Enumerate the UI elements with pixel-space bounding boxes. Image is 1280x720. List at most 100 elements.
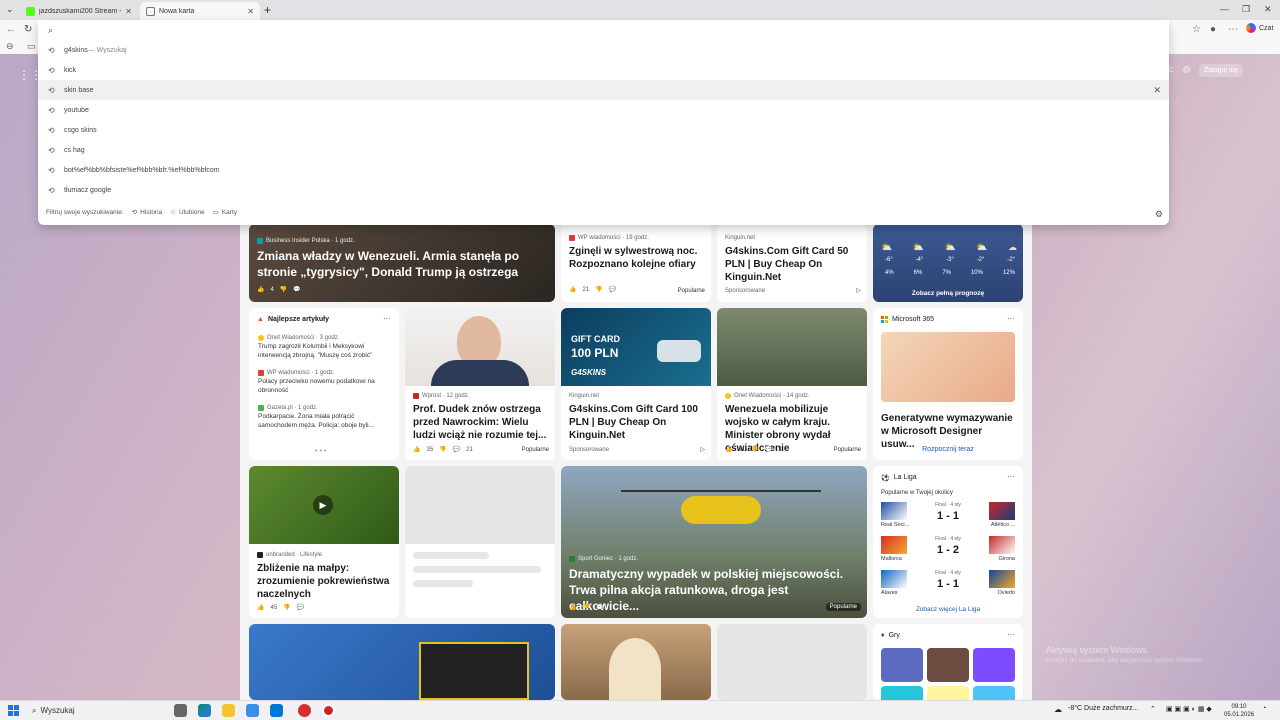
minimize-icon[interactable]: — — [1220, 4, 1229, 14]
tab-stream[interactable]: jazdszuskami200 Stream - W ✕ — [20, 2, 138, 20]
filter-favorites-button[interactable]: ☆ Ulubione — [170, 208, 205, 217]
taskbar-search[interactable]: ⌕ Wyszukaj — [26, 703, 166, 718]
news-card[interactable] — [249, 624, 555, 700]
close-tab-icon[interactable]: ✕ — [125, 7, 132, 16]
suggestion-item[interactable]: ⟲ bot%ef%bb%bfsiste%ef%bb%bfr.%ef%bb%bfc… — [38, 160, 1169, 180]
top-article-item[interactable]: Onet Wiadomości · 3 godz. Trump zagroził… — [258, 335, 394, 360]
task-view-icon[interactable] — [174, 704, 187, 717]
ad-info-icon[interactable]: ▷ — [700, 446, 705, 453]
news-card[interactable]: WP wiadomości · 19 godz. Zginęli w sylwe… — [561, 224, 711, 302]
card-headline[interactable]: Zbliżenie na małpy: zrozumienie pokrewie… — [257, 562, 395, 601]
card-headline[interactable]: G4skins.Com Gift Card 100 PLN | Buy Chea… — [569, 403, 707, 442]
microsoft365-card[interactable]: Microsoft 365 ⋯ Generatywne wymazywanie … — [873, 308, 1023, 460]
top-article-item[interactable]: Gazeta.pl · 1 godz. Podkarpacie. Żona mi… — [258, 405, 394, 430]
top-article-item[interactable]: WP wiadomości · 1 godz. Polacy przeciwko… — [258, 370, 394, 395]
play-icon[interactable]: ▶ — [313, 495, 333, 515]
sidebar-toggle-icon[interactable]: ⊖ — [6, 41, 14, 52]
comment-icon[interactable]: 💬 — [596, 604, 603, 611]
tab-actions-icon[interactable]: ⌄ — [6, 4, 14, 15]
search-settings-gear-icon[interactable]: ⚙ — [1155, 209, 1163, 220]
like-icon[interactable]: 👍 — [257, 286, 264, 293]
search-icon[interactable]: ⌕ — [48, 25, 53, 36]
game-thumbnail[interactable] — [927, 686, 969, 700]
dislike-icon[interactable]: 👎 — [280, 286, 287, 293]
hero-news-card[interactable]: Business Insider Polska · 1 godz. Zmiana… — [249, 224, 555, 302]
dislike-icon[interactable]: 👎 — [439, 446, 446, 453]
comment-icon[interactable]: 💬 — [293, 286, 300, 293]
app-icon[interactable] — [298, 704, 311, 717]
dislike-icon[interactable]: 👎 — [283, 604, 290, 611]
maximize-icon[interactable]: ❐ — [1242, 4, 1250, 15]
close-window-icon[interactable]: ✕ — [1264, 4, 1272, 15]
suggestion-item[interactable]: ⟲ tłumacz google — [38, 180, 1169, 200]
new-tab-button[interactable]: + — [264, 3, 271, 17]
like-icon[interactable]: 👍 — [257, 604, 264, 611]
comment-icon[interactable]: 💬 — [765, 446, 772, 453]
dislike-icon[interactable]: 👎 — [595, 286, 602, 293]
news-card[interactable]: Wprost · 12 godz. Prof. Dudek znów ostrz… — [405, 308, 555, 460]
game-thumbnail[interactable] — [927, 648, 969, 682]
weather-card[interactable]: ⛅ ⛅ ⛅ ⛅ ☁ -6° -4° -3° -2° -2° 4% 6% 7% 10% 1… — [873, 224, 1023, 302]
sponsored-card[interactable]: Kinguin.net G4skins.Com Gift Card 50 PLN… — [717, 224, 867, 302]
match-row[interactable]: Alaves Final · 4 sty 1 - 1 Oviedo — [881, 570, 1015, 600]
like-icon[interactable]: 👍 — [569, 604, 576, 611]
taskbar-weather[interactable]: -8°C Duże zachmurz... — [1068, 705, 1139, 712]
suggestion-item[interactable]: ⟲ csgo skins — [38, 120, 1169, 140]
game-thumbnail[interactable] — [881, 686, 923, 700]
hero-news-card[interactable]: Sport Goniec · 1 godz. Dramatyczny wypad… — [561, 466, 867, 618]
card-headline[interactable]: G4skins.Com Gift Card 50 PLN | Buy Cheap… — [725, 245, 861, 284]
news-card[interactable] — [561, 624, 711, 700]
ad-info-icon[interactable]: ▷ — [856, 287, 861, 294]
remove-suggestion-icon[interactable]: ✕ — [1153, 85, 1161, 96]
refresh-icon[interactable]: ↻ — [24, 24, 32, 35]
notification-icon[interactable]: ◔ — [1262, 705, 1266, 712]
suggestion-item[interactable]: ⟲ g4skins — Wyszukaj — [38, 40, 1169, 60]
card-headline[interactable]: Zginęli w sylwestrową noc. Rozpoznano ko… — [569, 245, 705, 271]
more-options-icon[interactable]: ⋯ — [1007, 472, 1015, 481]
copilot-button[interactable]: Czat — [1246, 23, 1273, 33]
dislike-icon[interactable]: 👎 — [751, 446, 758, 453]
settings-gear-icon[interactable]: ⚙ — [1182, 65, 1191, 76]
ms365-start-link[interactable]: Rozpocznij teraz — [873, 446, 1023, 453]
collections-icon[interactable]: ▭ — [27, 41, 36, 52]
tab-new-tab[interactable]: Nowa karta ✕ — [140, 2, 260, 20]
filter-tabs-button[interactable]: ▭ Karty — [213, 208, 237, 217]
suggestion-item[interactable]: ⟲ cs hag — [38, 140, 1169, 160]
app-icon[interactable] — [322, 704, 335, 717]
edge-icon[interactable] — [198, 704, 211, 717]
match-row[interactable]: Mallorca Final · 4 sty 1 - 2 Girona — [881, 536, 1015, 566]
like-icon[interactable]: 👍 — [725, 446, 732, 453]
sponsored-card[interactable]: GIFT CARD 100 PLN G4SKINS Kinguin.net G4… — [561, 308, 711, 460]
suggestion-item[interactable]: ⟲ skin base ✕ — [38, 80, 1169, 100]
hero-headline[interactable]: Zmiana władzy w Wenezueli. Armia stanęła… — [257, 248, 537, 280]
video-card[interactable]: ▶ unbranded · Lifestyle Zbliżenie na mał… — [249, 466, 399, 618]
more-options-icon[interactable]: ⋯ — [1007, 314, 1015, 323]
game-thumbnail[interactable] — [973, 686, 1015, 700]
favorites-star-icon[interactable]: ☆ — [1192, 24, 1201, 35]
back-icon[interactable]: ← — [6, 24, 16, 35]
game-thumbnail[interactable] — [973, 648, 1015, 682]
more-menu-icon[interactable]: ⋯ — [1228, 24, 1238, 35]
taskbar-clock[interactable]: 09:10 05.01.2026 — [1224, 703, 1254, 719]
comment-icon[interactable]: 💬 — [453, 446, 460, 453]
more-options-icon[interactable]: ⋯ — [383, 314, 391, 323]
login-button[interactable]: Zaloguj się — [1199, 64, 1243, 77]
games-card[interactable]: ♦ Gry ⋯ — [873, 624, 1023, 700]
laliga-more-link[interactable]: Zobacz więcej La Liga — [873, 606, 1023, 613]
like-icon[interactable]: 👍 — [569, 286, 576, 293]
filter-history-button[interactable]: ⟲ Historia — [132, 208, 163, 217]
suggestion-item[interactable]: ⟲ kick — [38, 60, 1169, 80]
card-headline[interactable]: Prof. Dudek znów ostrzega przed Nawrocki… — [413, 403, 551, 442]
full-forecast-link[interactable]: Zobacz pełną prognozę — [873, 290, 1023, 297]
like-icon[interactable]: 👍 — [413, 446, 420, 453]
game-thumbnail[interactable] — [881, 648, 923, 682]
suggestion-item[interactable]: ⟲ youtube — [38, 100, 1169, 120]
laliga-card[interactable]: ⚽ La Liga ⋯ Popularne w Twojej okolicy R… — [873, 466, 1023, 618]
card-headline[interactable]: Dramatyczny wypadek w polskiej miejscowo… — [569, 566, 861, 614]
dislike-icon[interactable]: 👎 — [582, 604, 589, 611]
file-explorer-icon[interactable] — [222, 704, 235, 717]
tray-icons[interactable]: ▣ ▣ ▣ ◐ ▦ ◆ — [1166, 705, 1212, 713]
profile-icon[interactable]: ● — [1210, 24, 1216, 35]
close-tab-icon[interactable]: ✕ — [247, 7, 254, 16]
comment-icon[interactable]: 💬 — [609, 286, 616, 293]
